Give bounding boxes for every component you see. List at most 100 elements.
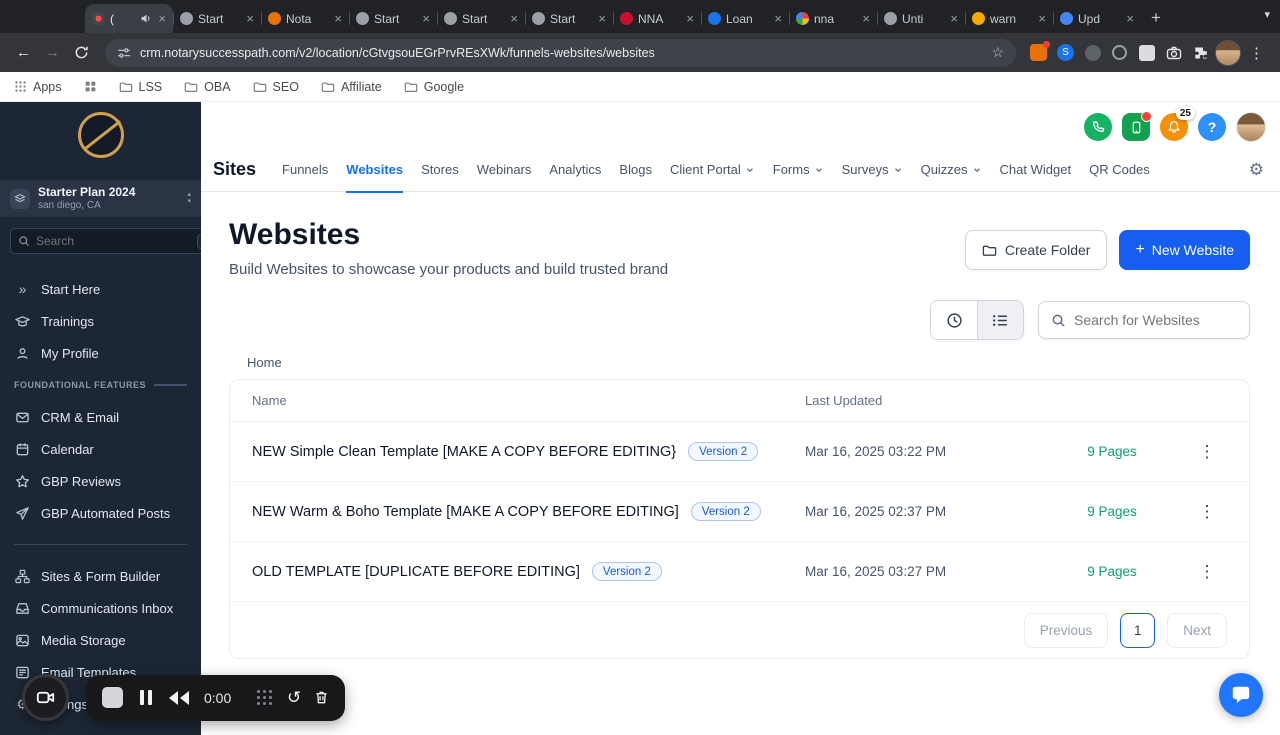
website-name[interactable]: NEW Simple Clean Template [MAKE A COPY B…	[252, 444, 676, 460]
create-folder-button[interactable]: Create Folder	[964, 230, 1108, 270]
tab-qr-codes[interactable]: QR Codes	[1089, 148, 1150, 192]
pages-link[interactable]: 9 Pages	[1037, 444, 1187, 459]
browser-tab[interactable]: Start ×	[525, 4, 613, 33]
extension-icon-4[interactable]	[1107, 40, 1132, 65]
extensions-puzzle-icon[interactable]	[1188, 40, 1213, 65]
drag-handle-icon[interactable]	[257, 690, 272, 705]
tab-close-icon[interactable]: ×	[1038, 11, 1046, 26]
table-row[interactable]: NEW Warm & Boho Template [MAKE A COPY BE…	[230, 482, 1249, 542]
notifications-button[interactable]: 25	[1160, 107, 1195, 141]
tab-forms[interactable]: Forms	[773, 148, 824, 192]
browser-tab[interactable]: Start ×	[437, 4, 525, 33]
browser-tab[interactable]: Start ×	[173, 4, 261, 33]
sidebar-item-calendar[interactable]: Calendar	[0, 433, 201, 465]
browser-tab[interactable]: Unti ×	[877, 4, 965, 33]
extension-icon-5[interactable]	[1134, 40, 1159, 65]
restart-recording-button[interactable]: ↺	[287, 689, 301, 706]
previous-page-button[interactable]: Previous	[1023, 612, 1109, 648]
website-name[interactable]: OLD TEMPLATE [DUPLICATE BEFORE EDITING]	[252, 564, 580, 580]
browser-menu-icon[interactable]: ⋮	[1243, 44, 1270, 62]
tab-close-icon[interactable]: ×	[598, 11, 606, 26]
new-tab-button[interactable]: +	[1151, 8, 1161, 28]
browser-tab[interactable]: Nota ×	[261, 4, 349, 33]
help-button[interactable]: ?	[1198, 113, 1226, 141]
tab-close-icon[interactable]: ×	[158, 11, 166, 26]
chat-widget-button[interactable]	[1219, 673, 1263, 717]
bookmark-folder-affiliate[interactable]: Affiliate	[321, 80, 382, 94]
browser-tab[interactable]: Start ×	[349, 4, 437, 33]
sidebar-item-crm-email[interactable]: CRM & Email	[0, 401, 201, 433]
browser-tab[interactable]: nna ×	[789, 4, 877, 33]
tab-search-chevron-icon[interactable]: ▾	[1264, 8, 1270, 21]
tab-analytics[interactable]: Analytics	[549, 148, 601, 192]
sidebar-item-my-profile[interactable]: My Profile	[0, 337, 201, 369]
page-number-button[interactable]: 1	[1120, 612, 1156, 648]
breadcrumb[interactable]: Home	[201, 340, 1280, 376]
plan-selector[interactable]: Starter Plan 2024 san diego, CA ▴ ▾	[0, 180, 201, 217]
tab-close-icon[interactable]: ×	[246, 11, 254, 26]
tab-chat-widget[interactable]: Chat Widget	[1000, 148, 1072, 192]
bookmark-folder-seo[interactable]: SEO	[253, 80, 299, 94]
address-bar[interactable]: crm.notarysuccesspath.com/v2/location/cG…	[105, 38, 1016, 67]
tab-close-icon[interactable]: ×	[422, 11, 430, 26]
tab-close-icon[interactable]: ×	[774, 11, 782, 26]
site-info-icon[interactable]	[117, 46, 131, 60]
row-menu-icon[interactable]: ⋮	[1187, 502, 1227, 522]
extension-icon-2[interactable]: S	[1053, 40, 1078, 65]
table-row[interactable]: OLD TEMPLATE [DUPLICATE BEFORE EDITING] …	[230, 542, 1249, 602]
browser-tab[interactable]: NNA ×	[613, 4, 701, 33]
tab-audio-icon[interactable]	[140, 12, 153, 25]
rewind-button[interactable]	[169, 690, 189, 705]
sidebar-item-gbp-reviews[interactable]: GBP Reviews	[0, 465, 201, 497]
extension-icon-3[interactable]	[1080, 40, 1105, 65]
mobile-app-button[interactable]	[1122, 111, 1152, 141]
screenshot-camera-icon[interactable]	[1161, 40, 1186, 65]
delete-recording-button[interactable]	[314, 690, 329, 705]
tab-blogs[interactable]: Blogs	[619, 148, 652, 192]
browser-tab-active[interactable]: ( ×	[85, 4, 173, 33]
tab-stores[interactable]: Stores	[421, 148, 459, 192]
bookmark-grid-shortcut[interactable]	[84, 80, 97, 93]
tab-close-icon[interactable]: ×	[862, 11, 870, 26]
user-avatar[interactable]	[1236, 112, 1266, 142]
forward-button[interactable]: →	[39, 39, 66, 66]
tab-funnels[interactable]: Funnels	[282, 148, 328, 192]
sidebar-item-communications-inbox[interactable]: Communications Inbox	[0, 592, 201, 624]
sidebar-item-start-here[interactable]: » Start Here	[0, 273, 201, 305]
tab-close-icon[interactable]: ×	[950, 11, 958, 26]
recorder-camera-button[interactable]	[22, 674, 69, 721]
tab-client-portal[interactable]: Client Portal	[670, 148, 755, 192]
sidebar-item-media-storage[interactable]: Media Storage	[0, 624, 201, 656]
tab-close-icon[interactable]: ×	[1126, 11, 1134, 26]
sidebar-search[interactable]: ⌘ K	[10, 228, 201, 254]
apps-shortcut[interactable]: Apps	[14, 80, 62, 94]
sidebar-item-sites-form-builder[interactable]: Sites & Form Builder	[0, 560, 201, 592]
tab-quizzes[interactable]: Quizzes	[921, 148, 982, 192]
list-view-button[interactable]	[977, 301, 1023, 339]
tab-close-icon[interactable]: ×	[686, 11, 694, 26]
bookmark-star-icon[interactable]: ☆	[991, 44, 1004, 61]
phone-button[interactable]	[1084, 113, 1112, 141]
stop-recording-button[interactable]	[102, 687, 123, 708]
tab-surveys[interactable]: Surveys	[842, 148, 903, 192]
tab-close-icon[interactable]: ×	[510, 11, 518, 26]
website-name[interactable]: NEW Warm & Boho Template [MAKE A COPY BE…	[252, 504, 679, 520]
websites-search-input[interactable]	[1074, 312, 1237, 328]
sidebar-item-trainings[interactable]: Trainings	[0, 305, 201, 337]
extension-icon-1[interactable]	[1026, 40, 1051, 65]
recent-view-button[interactable]	[931, 301, 977, 339]
pages-link[interactable]: 9 Pages	[1037, 564, 1187, 579]
row-menu-icon[interactable]: ⋮	[1187, 442, 1227, 462]
gear-icon[interactable]: ⚙	[1249, 160, 1264, 180]
websites-search[interactable]	[1038, 301, 1250, 339]
row-menu-icon[interactable]: ⋮	[1187, 562, 1227, 582]
browser-tab[interactable]: Upd ×	[1053, 4, 1141, 33]
sidebar-search-input[interactable]	[36, 234, 191, 248]
bookmark-folder-google[interactable]: Google	[404, 80, 464, 94]
table-row[interactable]: NEW Simple Clean Template [MAKE A COPY B…	[230, 422, 1249, 482]
back-button[interactable]: ←	[10, 39, 37, 66]
tab-websites[interactable]: Websites	[346, 148, 403, 193]
next-page-button[interactable]: Next	[1167, 612, 1227, 648]
tab-close-icon[interactable]: ×	[334, 11, 342, 26]
sidebar-item-gbp-automated-posts[interactable]: GBP Automated Posts	[0, 497, 201, 529]
